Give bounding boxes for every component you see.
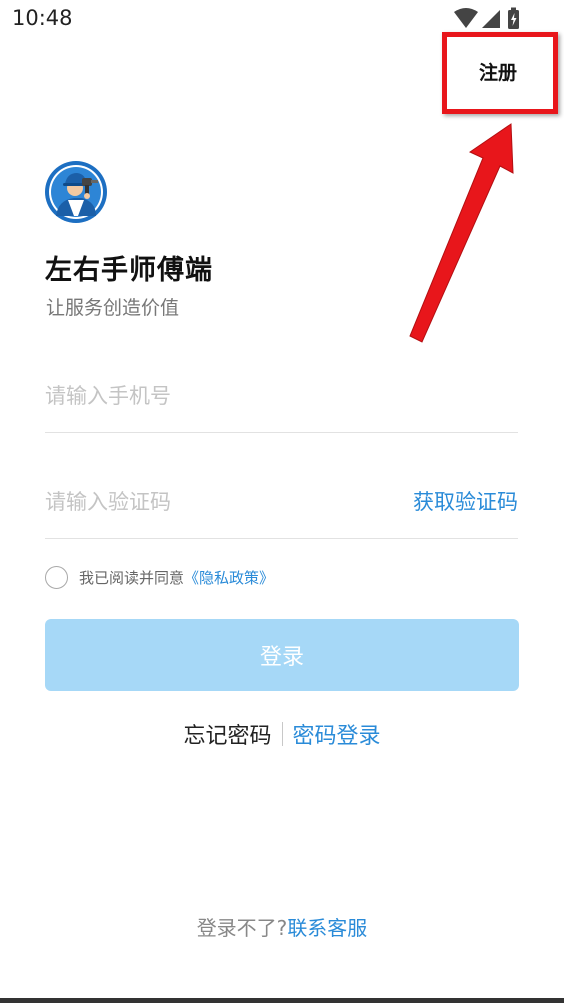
status-time: 10:48	[12, 6, 73, 30]
phone-input[interactable]	[45, 362, 385, 430]
phone-field	[45, 362, 518, 433]
status-icons	[454, 7, 519, 29]
agree-checkbox[interactable]	[45, 565, 68, 589]
app-subtitle: 让服务创造价值	[46, 297, 180, 319]
agree-text: 我已阅读并同意	[79, 568, 185, 587]
footer-row: 登录不了? 联系客服	[0, 912, 564, 941]
password-login-link[interactable]: 密码登录	[293, 718, 381, 750]
forgot-password-link[interactable]: 忘记密码	[183, 718, 271, 750]
battery-charging-icon	[508, 7, 519, 29]
cannot-login-text: 登录不了?	[196, 916, 288, 940]
red-arrow-annotation	[409, 123, 514, 343]
get-code-button[interactable]: 获取验证码	[413, 486, 518, 516]
signal-icon	[482, 10, 500, 28]
verification-code-input[interactable]	[45, 468, 385, 536]
register-button[interactable]: 注册	[442, 32, 554, 110]
privacy-policy-link[interactable]: 《隐私政策》	[184, 567, 274, 588]
app-title: 左右手师傅端	[45, 255, 213, 286]
bottom-edge-bar	[0, 998, 564, 1003]
login-button[interactable]: 登录	[45, 619, 519, 691]
contact-support-link[interactable]: 联系客服	[287, 912, 367, 941]
wifi-icon	[454, 8, 478, 28]
worker-logo-icon	[45, 161, 107, 223]
agreement-row: 我已阅读并同意 《隐私政策》	[45, 564, 274, 590]
login-screen: 10:48 注册 左右手师傅端 让服务创造价值 请输入手机号 请输入验证码 获取…	[0, 0, 564, 1003]
links-divider	[281, 722, 283, 746]
code-field: 获取验证码	[45, 468, 518, 539]
login-links-row: 忘记密码 密码登录	[0, 718, 564, 750]
